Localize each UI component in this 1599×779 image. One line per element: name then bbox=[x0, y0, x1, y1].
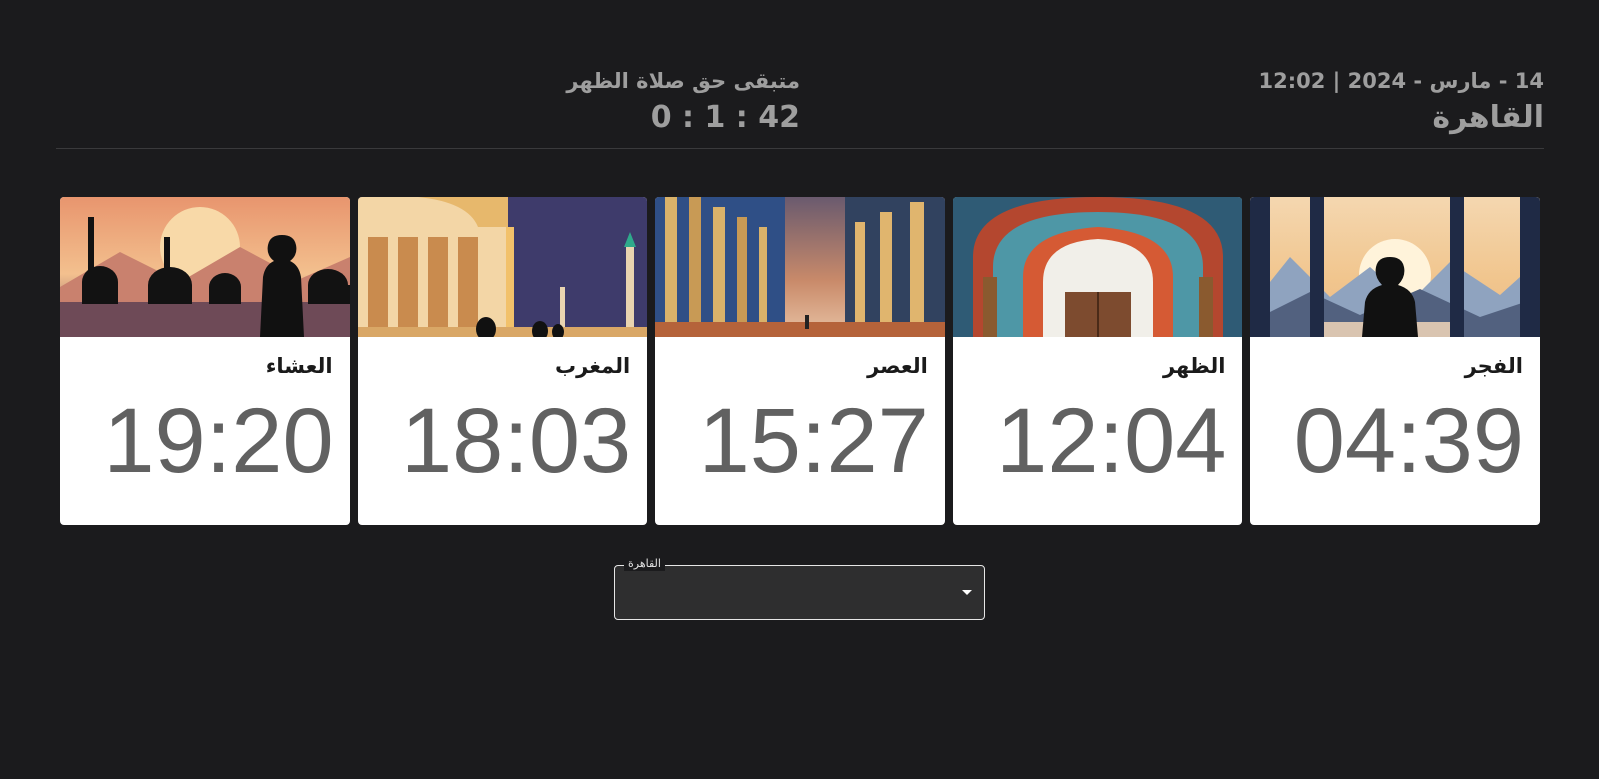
colonnade-sunset-image bbox=[655, 197, 945, 337]
mosque-arch-image bbox=[952, 197, 1243, 337]
prayer-card-isha: العشاء 19:20 bbox=[60, 197, 350, 525]
caret-down-icon[interactable] bbox=[962, 590, 972, 595]
prayer-time: 04:39 bbox=[1293, 390, 1524, 492]
prayer-time: 12:04 bbox=[996, 390, 1227, 492]
city-title: القاهرة bbox=[1432, 100, 1544, 135]
prayer-name: المغرب bbox=[555, 354, 631, 378]
prayer-name: العصر bbox=[867, 354, 928, 378]
prayer-time: 19:20 bbox=[103, 390, 334, 492]
countdown-block: متبقى حق صلاة الظهر 0 : 1 : 42 bbox=[566, 68, 800, 138]
prayer-card-dhuhr: الظهر 12:04 bbox=[952, 197, 1243, 525]
prayer-card-asr: العصر 15:27 bbox=[655, 197, 945, 525]
mosque-dusk-image bbox=[357, 197, 648, 337]
dawn-silhouette-image bbox=[1250, 197, 1540, 337]
prayer-cards: الفجر 04:39 الظهر 12:04 العصر 15:27 المغ… bbox=[60, 197, 1540, 525]
prayer-times-page: 14 - مارس - 2024 | 12:02 القاهرة متبقى ح… bbox=[0, 0, 1599, 779]
prayer-name: الفجر bbox=[1464, 354, 1523, 378]
countdown-timer: 0 : 1 : 42 bbox=[650, 100, 800, 135]
prayer-card-maghrib: المغرب 18:03 bbox=[357, 197, 648, 525]
city-select-label: القاهرة bbox=[624, 557, 665, 571]
prayer-card-fajr: الفجر 04:39 bbox=[1250, 197, 1540, 525]
prayer-time: 18:03 bbox=[400, 390, 632, 492]
city-select[interactable]: القاهرة bbox=[614, 557, 985, 620]
prayer-name: العشاء bbox=[265, 354, 333, 378]
date-city-block: 14 - مارس - 2024 | 12:02 القاهرة bbox=[1259, 68, 1544, 138]
header: 14 - مارس - 2024 | 12:02 القاهرة متبقى ح… bbox=[56, 62, 1544, 149]
prayer-time: 15:27 bbox=[698, 390, 929, 492]
current-date-time: 14 - مارس - 2024 | 12:02 bbox=[1258, 69, 1544, 93]
mosque-skyline-image bbox=[60, 197, 350, 337]
remaining-label: متبقى حق صلاة الظهر bbox=[566, 69, 800, 93]
prayer-name: الظهر bbox=[1162, 354, 1226, 378]
